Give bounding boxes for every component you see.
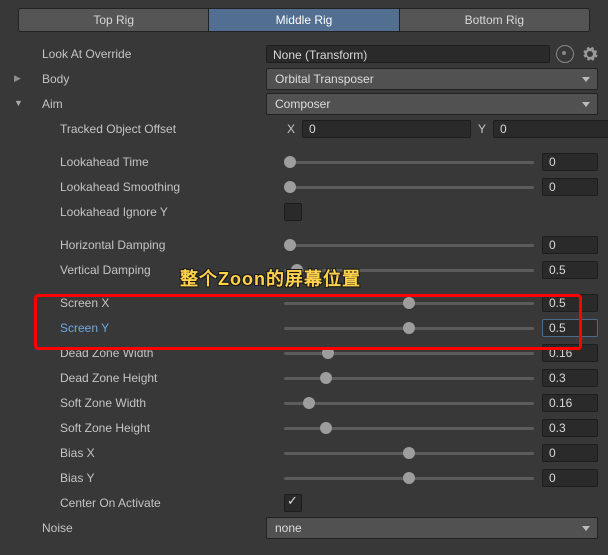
lookahead-smoothing-label: Lookahead Smoothing <box>28 180 284 194</box>
lookahead-time-field[interactable] <box>542 153 598 171</box>
dead-zone-width-label: Dead Zone Width <box>28 346 284 360</box>
lookahead-ignore-y-checkbox[interactable] <box>284 203 302 221</box>
lookahead-ignore-y-label: Lookahead Ignore Y <box>28 205 284 219</box>
dead-zone-height-field[interactable] <box>542 369 598 387</box>
vertical-damping-slider[interactable] <box>284 269 534 272</box>
body-label: Body <box>28 72 266 86</box>
horizontal-damping-field[interactable] <box>542 236 598 254</box>
body-foldout-icon[interactable]: ▶ <box>14 73 21 84</box>
tab-top-rig[interactable]: Top Rig <box>19 9 209 31</box>
noise-dropdown[interactable]: none <box>266 517 598 539</box>
look-at-override-field[interactable]: None (Transform) <box>266 45 550 63</box>
tracked-offset-y-field[interactable] <box>493 120 608 138</box>
vertical-damping-label: Vertical Damping <box>28 263 284 277</box>
lookahead-time-label: Lookahead Time <box>28 155 284 169</box>
lookahead-time-slider[interactable] <box>284 161 534 164</box>
screen-y-slider[interactable] <box>284 327 534 330</box>
dead-zone-height-slider[interactable] <box>284 377 534 380</box>
aim-label: Aim <box>28 97 266 111</box>
bias-x-label: Bias X <box>28 446 284 460</box>
dead-zone-width-slider[interactable] <box>284 352 534 355</box>
soft-zone-width-field[interactable] <box>542 394 598 412</box>
bias-x-field[interactable] <box>542 444 598 462</box>
rig-tabs: Top Rig Middle Rig Bottom Rig <box>18 8 590 32</box>
screen-x-label: Screen X <box>28 296 284 310</box>
bias-y-label: Bias Y <box>28 471 284 485</box>
tracked-offset-x-field[interactable] <box>302 120 471 138</box>
body-dropdown[interactable]: Orbital Transposer <box>266 68 598 90</box>
aim-foldout-icon[interactable]: ▼ <box>14 98 23 108</box>
vertical-damping-field[interactable] <box>542 261 598 279</box>
look-at-override-label: Look At Override <box>28 47 266 61</box>
center-on-activate-label: Center On Activate <box>28 496 284 510</box>
dead-zone-width-field[interactable] <box>542 344 598 362</box>
soft-zone-width-label: Soft Zone Width <box>28 396 284 410</box>
horizontal-damping-slider[interactable] <box>284 244 534 247</box>
gear-icon[interactable] <box>582 46 598 62</box>
screen-y-label: Screen Y <box>28 321 284 335</box>
noise-label: Noise <box>28 521 266 535</box>
bias-x-slider[interactable] <box>284 452 534 455</box>
screen-y-field[interactable] <box>542 319 598 337</box>
dead-zone-height-label: Dead Zone Height <box>28 371 284 385</box>
bias-y-field[interactable] <box>542 469 598 487</box>
bias-y-slider[interactable] <box>284 477 534 480</box>
tracked-object-offset-label: Tracked Object Offset <box>28 122 284 136</box>
object-picker-icon[interactable] <box>556 45 574 63</box>
tab-middle-rig[interactable]: Middle Rig <box>209 9 399 31</box>
lookahead-smoothing-slider[interactable] <box>284 186 534 189</box>
y-label[interactable]: Y <box>475 122 489 136</box>
aim-dropdown[interactable]: Composer <box>266 93 598 115</box>
soft-zone-height-slider[interactable] <box>284 427 534 430</box>
screen-x-field[interactable] <box>542 294 598 312</box>
x-label[interactable]: X <box>284 122 298 136</box>
soft-zone-height-field[interactable] <box>542 419 598 437</box>
soft-zone-width-slider[interactable] <box>284 402 534 405</box>
screen-x-slider[interactable] <box>284 302 534 305</box>
lookahead-smoothing-field[interactable] <box>542 178 598 196</box>
center-on-activate-checkbox[interactable] <box>284 494 302 512</box>
horizontal-damping-label: Horizontal Damping <box>28 238 284 252</box>
soft-zone-height-label: Soft Zone Height <box>28 421 284 435</box>
tab-bottom-rig[interactable]: Bottom Rig <box>400 9 589 31</box>
